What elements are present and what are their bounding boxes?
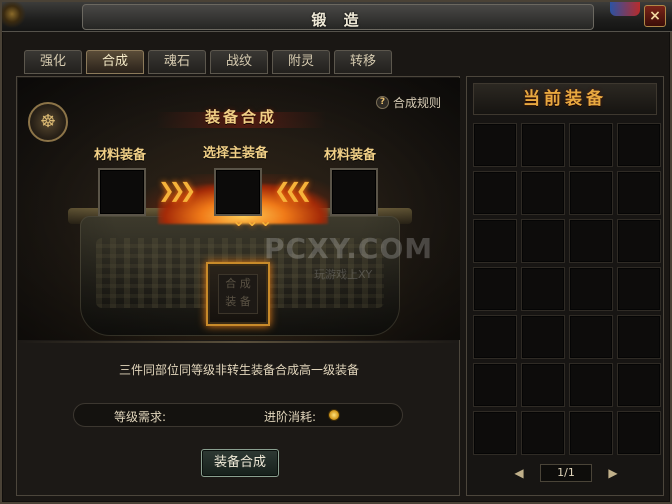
equipment-slot[interactable]: [569, 411, 613, 455]
advance-cost-label: 进阶消耗:: [264, 410, 317, 424]
equipment-slot[interactable]: [521, 123, 565, 167]
equipment-slot[interactable]: [617, 219, 661, 263]
equipment-slot[interactable]: [521, 219, 565, 263]
left-material-slot[interactable]: [98, 168, 146, 216]
close-button[interactable]: ×: [644, 5, 666, 27]
decoration-ribbon: [610, 2, 640, 16]
equipment-slot[interactable]: [473, 363, 517, 407]
equipment-slot[interactable]: [473, 123, 517, 167]
equipment-slot[interactable]: [617, 411, 661, 455]
equipment-slot[interactable]: [569, 267, 613, 311]
tab-soulstone[interactable]: 魂石: [148, 50, 206, 74]
equipment-slot[interactable]: [617, 315, 661, 359]
level-requirement-label: 等级需求:: [114, 410, 167, 424]
title-bar: 锻 造 ×: [2, 2, 672, 32]
requirement-bar: 等级需求: 进阶消耗:: [73, 403, 403, 427]
equipment-slot[interactable]: [617, 267, 661, 311]
equipment-grid: [473, 123, 661, 457]
equipment-slot[interactable]: [473, 315, 517, 359]
synthesis-panel: ☸ 装备合成 ? 合成规则 材料装备 选择主装备 材料装备 ❯❯❯ ❮❮❮ ⌄⌄…: [16, 76, 460, 496]
equipment-slot[interactable]: [617, 123, 661, 167]
tab-bar: 强化 合成 魂石 战纹 附灵 转移: [24, 50, 392, 74]
forge-scene: ☸ 装备合成 ? 合成规则 材料装备 选择主装备 材料装备 ❯❯❯ ❮❮❮ ⌄⌄…: [18, 78, 460, 340]
equipment-slot[interactable]: [521, 411, 565, 455]
page-indicator: 1/1: [540, 464, 592, 482]
equipment-slot[interactable]: [569, 315, 613, 359]
right-material-label: 材料装备: [324, 148, 377, 163]
window-title: 锻 造: [311, 11, 365, 29]
synthesis-description: 三件同部位同等级非转生装备合成高一级装备: [118, 363, 359, 377]
equipment-slot[interactable]: [521, 363, 565, 407]
pager: ◀ 1/1 ▶: [511, 463, 621, 483]
equipment-slot[interactable]: [473, 411, 517, 455]
equipment-slot[interactable]: [521, 315, 565, 359]
right-material-slot[interactable]: [330, 168, 378, 216]
forge-window: 锻 造 × 强化 合成 魂石 战纹 附灵 转移 ☸ 装备合成 ? 合成规则 材料…: [0, 0, 672, 504]
tab-synthesis[interactable]: 合成: [86, 50, 144, 74]
coin-icon: [328, 409, 340, 421]
synthesize-button[interactable]: 装备合成: [201, 449, 279, 477]
watermark-subtitle: 玩游戏上XY: [314, 268, 373, 281]
tab-enchant[interactable]: 附灵: [272, 50, 330, 74]
current-equipment-title: 当前装备: [473, 83, 657, 115]
equipment-slot[interactable]: [569, 171, 613, 215]
section-title: 装备合成: [204, 108, 277, 126]
rules-label: 合成规则: [393, 96, 442, 110]
equipment-slot[interactable]: [617, 363, 661, 407]
equipment-slot[interactable]: [473, 267, 517, 311]
help-icon: ?: [376, 96, 389, 109]
equipment-slot[interactable]: [617, 171, 661, 215]
current-equipment-panel: 当前装备 ◀ 1/1 ▶: [466, 76, 664, 496]
tab-transfer[interactable]: 转移: [334, 50, 392, 74]
divider: [18, 341, 460, 343]
equipment-slot[interactable]: [569, 363, 613, 407]
arrows-right-icon: ❯❯❯: [158, 178, 196, 202]
left-material-label: 材料装备: [94, 148, 147, 163]
down-arrows-icon: ⌄⌄⌄: [232, 213, 272, 229]
synthesis-rules-link[interactable]: ? 合成规则: [376, 94, 441, 111]
result-slot[interactable]: 合 成 装 备: [206, 262, 270, 326]
title-ornament: [2, 2, 38, 32]
equipment-slot[interactable]: [521, 171, 565, 215]
result-placeholder: 合 成 装 备: [218, 274, 258, 314]
next-page-button[interactable]: ▶: [605, 465, 621, 481]
forge-emblem-icon: ☸: [28, 102, 68, 142]
watermark: PCXY.COM: [264, 232, 434, 265]
equipment-slot[interactable]: [521, 267, 565, 311]
tab-strengthen[interactable]: 强化: [24, 50, 82, 74]
arrows-left-icon: ❮❮❮: [274, 178, 312, 202]
equipment-slot[interactable]: [473, 219, 517, 263]
equipment-slot[interactable]: [569, 123, 613, 167]
main-equip-slot[interactable]: [214, 168, 262, 216]
tab-battle-pattern[interactable]: 战纹: [210, 50, 268, 74]
equipment-slot[interactable]: [473, 171, 517, 215]
title-plate: 锻 造: [82, 4, 594, 30]
equipment-slot[interactable]: [569, 219, 613, 263]
main-equip-label: 选择主装备: [203, 146, 269, 161]
prev-page-button[interactable]: ◀: [511, 465, 527, 481]
